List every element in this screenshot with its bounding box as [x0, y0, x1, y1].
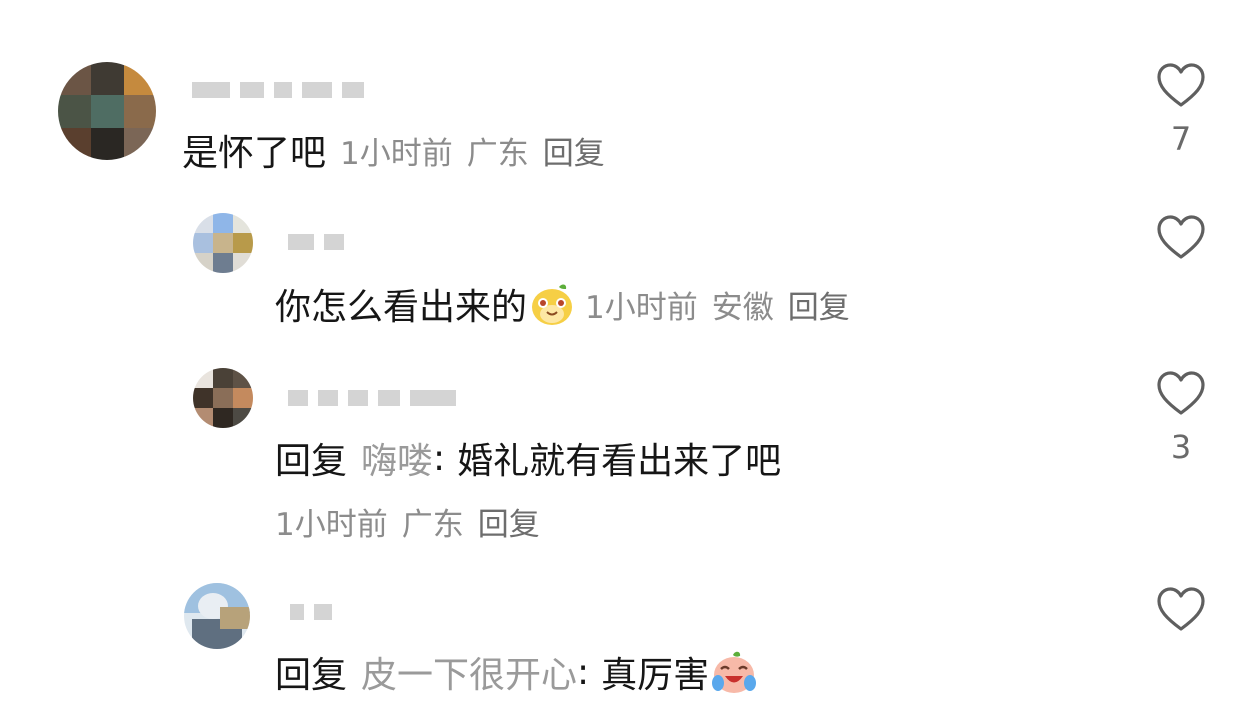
reply-label: 回复 [275, 655, 348, 696]
username-redacted[interactable] [290, 604, 332, 620]
username-redacted[interactable] [288, 234, 344, 250]
comment-text: 你怎么看出来的 [275, 287, 528, 328]
comment-location: 广东 [466, 135, 529, 172]
reply-target-user[interactable]: 皮一下很开心 [361, 646, 577, 698]
like-button[interactable] [1151, 586, 1211, 636]
comment-time: 1小时前 [340, 135, 453, 172]
comment-text: 婚礼就有看出来了吧 [457, 441, 782, 482]
comment-meta: 1小时前 广东 回复 [275, 499, 540, 544]
comment-text: 是怀了吧 [182, 133, 327, 174]
avatar[interactable] [58, 62, 156, 160]
reply-target-user[interactable]: 嗨喽 [361, 432, 433, 484]
comment-meta: 1小时前 安徽 回复 [585, 282, 850, 327]
like-button[interactable] [1151, 214, 1211, 264]
comment-meta: 1小时前 广东 回复 [340, 128, 605, 173]
comment-text: 真厉害 [601, 655, 710, 696]
avatar[interactable] [184, 583, 250, 649]
reply-button[interactable]: 回复 [543, 136, 605, 172]
comment-time: 1小时前 [275, 507, 388, 543]
crying-laughing-emoji [712, 651, 757, 693]
heart-outline-icon [1157, 63, 1205, 107]
smiling-mole-emoji [532, 284, 573, 325]
avatar[interactable] [193, 213, 253, 273]
heart-outline-icon [1157, 587, 1205, 631]
heart-outline-icon [1157, 215, 1205, 259]
avatar[interactable] [193, 368, 253, 428]
like-count: 3 [1170, 428, 1192, 466]
comment-location: 广东 [401, 507, 464, 543]
username-redacted[interactable] [288, 390, 456, 406]
reply-button[interactable]: 回复 [478, 507, 540, 543]
reply-label: 回复 [275, 441, 348, 482]
like-button[interactable]: 7 [1151, 62, 1211, 158]
comment-location: 安徽 [711, 289, 774, 326]
username-redacted[interactable] [192, 82, 364, 98]
comment-time: 1小时前 [585, 289, 698, 326]
heart-outline-icon [1157, 371, 1205, 415]
like-button[interactable]: 3 [1151, 370, 1211, 466]
reply-button[interactable]: 回复 [788, 290, 850, 326]
like-count: 7 [1170, 120, 1192, 158]
